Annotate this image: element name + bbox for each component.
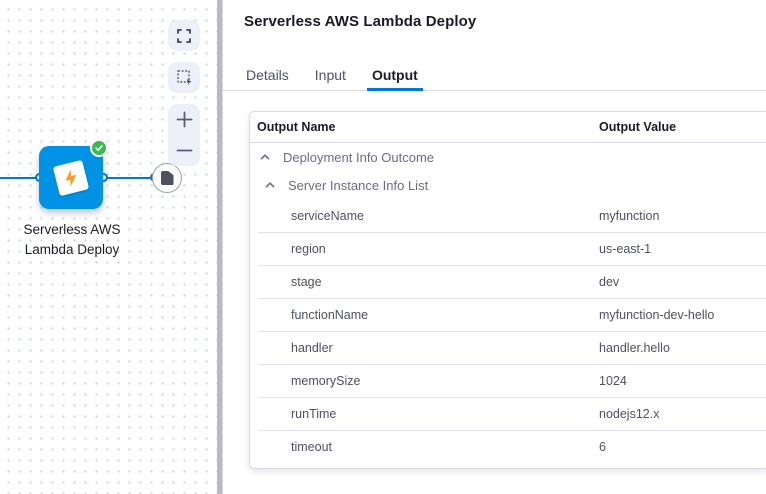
output-row-functionName: functionName myfunction-dev-hello xyxy=(250,298,766,331)
zoom-controls xyxy=(168,104,200,166)
chevron-up-icon xyxy=(258,150,272,164)
marquee-select-icon xyxy=(176,69,193,86)
group-label: Server Instance Info List xyxy=(288,178,428,193)
output-value: dev xyxy=(599,275,766,289)
check-icon xyxy=(94,143,104,153)
panel-title: Serverless AWS Lambda Deploy xyxy=(244,13,476,30)
output-row-stage: stage dev xyxy=(250,265,766,298)
edge-connector-left xyxy=(0,177,40,179)
output-row-runTime: runTime nodejs12.x xyxy=(250,397,766,430)
lightning-bolt-icon xyxy=(60,167,82,189)
zoom-out-button[interactable] xyxy=(168,135,200,166)
table-header: Output Name Output Value xyxy=(250,112,766,143)
marquee-select-button[interactable] xyxy=(168,62,200,93)
output-name: handler xyxy=(250,341,599,355)
output-name: serviceName xyxy=(250,209,599,223)
output-row-memorySize: memorySize 1024 xyxy=(250,364,766,397)
output-name: runTime xyxy=(250,407,599,421)
output-name: timeout xyxy=(250,440,599,454)
app-window: Serverless AWS Lambda Deploy xyxy=(0,0,766,494)
node-label: Serverless AWS Lambda Deploy xyxy=(2,220,142,260)
output-table: Output Name Output Value Deployment Info… xyxy=(249,111,766,469)
tab-input[interactable]: Input xyxy=(314,59,347,90)
output-row-timeout: timeout 6 xyxy=(250,430,766,463)
node-label-line2: Lambda Deploy xyxy=(2,240,142,260)
fullscreen-icon xyxy=(176,28,192,44)
pipeline-canvas[interactable]: Serverless AWS Lambda Deploy xyxy=(0,0,217,494)
tab-details[interactable]: Details xyxy=(245,59,290,90)
group-label: Deployment Info Outcome xyxy=(283,150,434,165)
zoom-out-icon xyxy=(176,142,193,159)
output-value: handler.hello xyxy=(599,341,766,355)
group-row-deployment-info-outcome[interactable]: Deployment Info Outcome xyxy=(250,143,766,171)
fullscreen-button[interactable] xyxy=(168,20,200,51)
output-value: 1024 xyxy=(599,374,766,388)
output-value: us-east-1 xyxy=(599,242,766,256)
tab-output[interactable]: Output xyxy=(371,59,419,90)
output-row-serviceName: serviceName myfunction xyxy=(250,199,766,232)
tab-bar: Details Input Output xyxy=(223,59,766,91)
output-row-handler: handler handler.hello xyxy=(250,331,766,364)
output-value: myfunction-dev-hello xyxy=(599,308,766,322)
canvas-toolbar xyxy=(168,20,201,166)
edge-connector-right xyxy=(103,177,155,179)
output-value: myfunction xyxy=(599,209,766,223)
step-node-serverless-aws-lambda-deploy[interactable] xyxy=(39,146,103,209)
lambda-step-icon xyxy=(53,159,89,195)
output-value: 6 xyxy=(599,440,766,454)
group-row-server-instance-info-list[interactable]: Server Instance Info List xyxy=(250,171,766,199)
output-row-region: region us-east-1 xyxy=(250,232,766,265)
output-name: memorySize xyxy=(250,374,599,388)
output-name: functionName xyxy=(250,308,599,322)
node-label-line1: Serverless AWS xyxy=(2,220,142,240)
step-details-panel: Serverless AWS Lambda Deploy Details Inp… xyxy=(222,0,766,494)
column-header-output-name: Output Name xyxy=(250,120,599,134)
zoom-in-button[interactable] xyxy=(168,104,200,135)
output-value: nodejs12.x xyxy=(599,407,766,421)
chevron-up-icon xyxy=(263,178,277,192)
next-step-node[interactable] xyxy=(152,163,182,193)
success-badge xyxy=(90,139,108,157)
output-name: stage xyxy=(250,275,599,289)
output-name: region xyxy=(250,242,599,256)
table-rows: serviceName myfunction region us-east-1 … xyxy=(250,199,766,468)
document-icon xyxy=(161,171,174,185)
column-header-output-value: Output Value xyxy=(599,120,766,134)
zoom-in-icon xyxy=(176,111,193,128)
